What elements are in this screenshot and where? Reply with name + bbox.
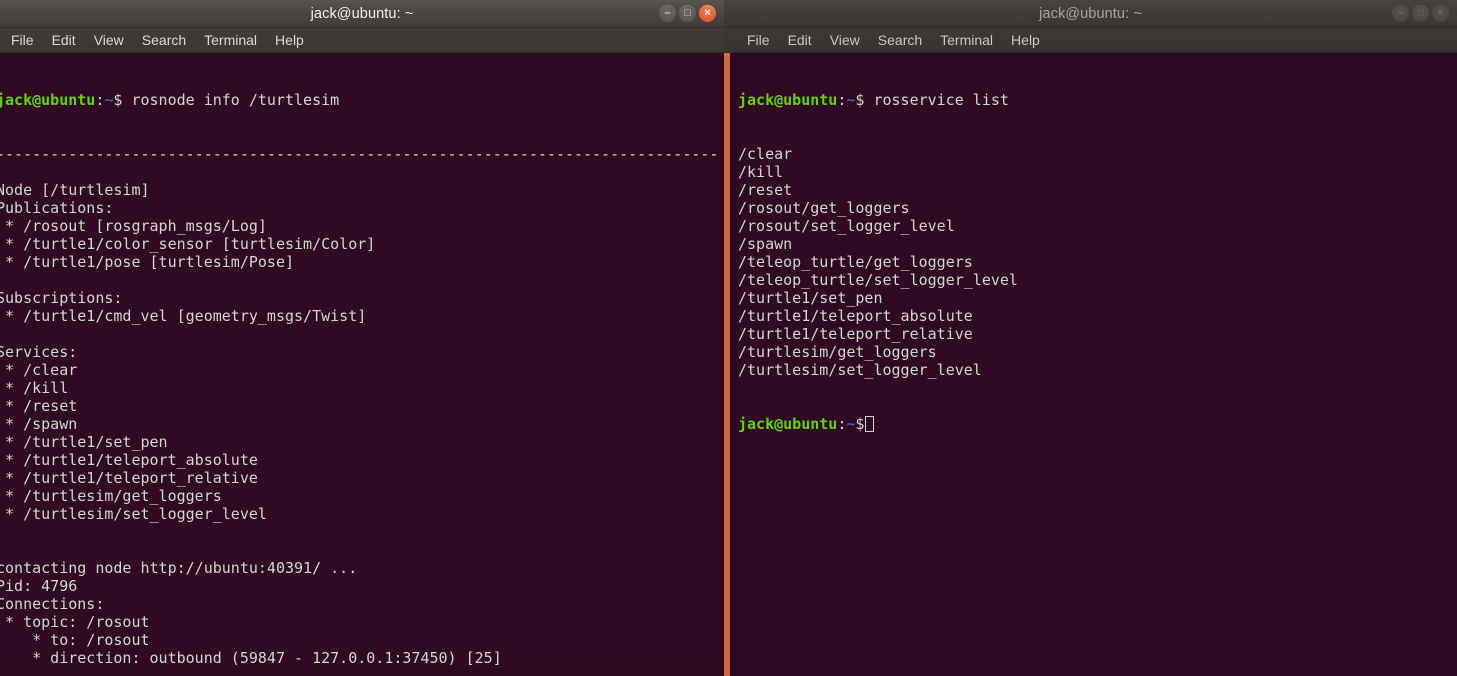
- terminal-line: * transport: TCPROS: [0, 667, 718, 668]
- terminal-line: /rosout/set_logger_level: [738, 217, 955, 235]
- terminal-line: /teleop_turtle/set_logger_level: [738, 271, 1018, 289]
- trailing-prompt-dollar: $: [855, 415, 865, 433]
- terminal-line: * /turtle1/teleport_relative: [0, 469, 258, 487]
- minimize-icon-right: –: [1397, 7, 1404, 19]
- terminal-line: * /clear: [0, 361, 78, 379]
- terminal-line: * /spawn: [0, 415, 78, 433]
- maximize-button[interactable]: □: [679, 5, 696, 22]
- terminal-output-lines-right: /clear/kill/reset/rosout/get_loggers/ros…: [738, 145, 1018, 379]
- terminal-output-lines-left: ----------------------------------------…: [0, 145, 718, 668]
- terminal-line: /rosout/get_loggers: [738, 199, 910, 217]
- terminal-line: /spawn: [738, 235, 793, 253]
- terminal-output-right[interactable]: jack@ubuntu:~$ rosservice list /clear/ki…: [724, 53, 1457, 676]
- terminal-line: Pid: 4796: [0, 577, 78, 595]
- terminal-command-right: rosservice list: [864, 91, 1009, 109]
- menubar-left[interactable]: File Edit View Search Terminal Help: [0, 28, 724, 53]
- terminal-line: * to: /rosout: [0, 631, 150, 649]
- terminal-line: * /reset: [0, 397, 78, 415]
- close-icon: ×: [704, 7, 711, 19]
- terminal-prompt-line-right: jack@ubuntu:~$ rosservice list: [738, 91, 1018, 109]
- terminal-text-left: jack@ubuntu:~$ rosnode info /turtlesim -…: [0, 55, 718, 668]
- terminal-prompt-line-left: jack@ubuntu:~$ rosnode info /turtlesim: [0, 91, 718, 109]
- menu-item-view-right[interactable]: View: [821, 28, 869, 52]
- titlebar-left[interactable]: jack@ubuntu: ~ – □ ×: [0, 0, 724, 28]
- window-controls-right[interactable]: – □ ×: [1392, 0, 1449, 27]
- terminal-line: /kill: [738, 163, 784, 181]
- desktop-background: https://blog.csdn.net/qq_45488242 jack@u…: [0, 0, 1457, 676]
- terminal-output-left[interactable]: jack@ubuntu:~$ rosnode info /turtlesim -…: [0, 53, 724, 668]
- prompt-user-left: jack@ubuntu: [0, 91, 96, 109]
- terminal-line: * direction: outbound (59847 - 127.0.0.1…: [0, 649, 502, 667]
- minimize-button[interactable]: –: [659, 5, 676, 22]
- menu-item-file-right[interactable]: File: [738, 28, 779, 52]
- terminal-line: ----------------------------------------…: [0, 145, 719, 163]
- menu-item-view[interactable]: View: [85, 28, 133, 52]
- terminal-window-left[interactable]: jack@ubuntu: ~ – □ × File Edit View Sear…: [0, 0, 724, 668]
- terminal-line: /turtle1/set_pen: [738, 289, 883, 307]
- menu-item-help-right[interactable]: Help: [1002, 28, 1049, 52]
- terminal-line: Connections:: [0, 595, 105, 613]
- terminal-line: Subscriptions:: [0, 289, 132, 307]
- minimize-icon: –: [664, 7, 671, 19]
- terminal-line: /turtlesim/get_loggers: [738, 343, 937, 361]
- text-cursor: [865, 416, 875, 432]
- terminal-line: * /turtlesim/set_logger_level: [0, 505, 267, 523]
- terminal-line: * /turtle1/color_sensor [turtlesim/Color…: [0, 235, 376, 253]
- terminal-line: * /turtle1/teleport_absolute: [0, 451, 258, 469]
- maximize-icon: □: [684, 7, 691, 19]
- menu-item-search[interactable]: Search: [133, 28, 195, 52]
- trailing-prompt-user: jack@ubuntu: [738, 415, 838, 433]
- terminal-line: /teleop_turtle/get_loggers: [738, 253, 973, 271]
- terminal-line: * /turtle1/cmd_vel [geometry_msgs/Twist]: [0, 307, 367, 325]
- terminal-line: * /turtle1/pose [turtlesim/Pose]: [0, 253, 295, 271]
- menu-item-edit[interactable]: Edit: [43, 28, 85, 52]
- terminal-window-right[interactable]: jack@ubuntu: ~ – □ × File Edit View Sear…: [724, 0, 1457, 676]
- menu-item-help[interactable]: Help: [266, 28, 313, 52]
- menu-item-edit-right[interactable]: Edit: [779, 28, 821, 52]
- terminal-line: /reset: [738, 181, 793, 199]
- terminal-line: /turtlesim/set_logger_level: [738, 361, 982, 379]
- close-button[interactable]: ×: [699, 5, 716, 22]
- prompt-user-right: jack@ubuntu: [738, 91, 838, 109]
- terminal-line: * /kill: [0, 379, 69, 397]
- close-button-right[interactable]: ×: [1432, 5, 1449, 22]
- terminal-line: Node [/turtlesim]: [0, 181, 150, 199]
- terminal-command-left: rosnode info /turtlesim: [122, 91, 340, 109]
- terminal-text-right: jack@ubuntu:~$ rosservice list /clear/ki…: [738, 55, 1018, 469]
- terminal-line: Publications:: [0, 199, 123, 217]
- terminal-line: /turtle1/teleport_relative: [738, 325, 973, 343]
- terminal-line: /turtle1/teleport_absolute: [738, 307, 973, 325]
- terminal-line: * /rosout [rosgraph_msgs/Log]: [0, 217, 267, 235]
- maximize-icon-right: □: [1417, 7, 1424, 19]
- menu-item-search-right[interactable]: Search: [869, 28, 931, 52]
- window-title-right: jack@ubuntu: ~: [1039, 5, 1142, 22]
- terminal-line: /clear: [738, 145, 793, 163]
- terminal-line: contacting node http://ubuntu:40391/ ...: [0, 559, 358, 577]
- close-icon-right: ×: [1437, 7, 1444, 19]
- window-controls-left[interactable]: – □ ×: [659, 0, 716, 27]
- menu-item-terminal-right[interactable]: Terminal: [931, 28, 1002, 52]
- minimize-button-right[interactable]: –: [1392, 5, 1409, 22]
- terminal-line: * topic: /rosout: [0, 613, 150, 631]
- terminal-line: * /turtlesim/get_loggers: [0, 487, 222, 505]
- maximize-button-right[interactable]: □: [1412, 5, 1429, 22]
- terminal-line: * /turtle1/set_pen: [0, 433, 168, 451]
- menu-item-file[interactable]: File: [2, 28, 43, 52]
- window-title-left: jack@ubuntu: ~: [310, 5, 414, 22]
- terminal-line: Services:: [0, 343, 87, 361]
- menubar-right[interactable]: File Edit View Search Terminal Help: [724, 28, 1457, 53]
- terminal-trailing-prompt-right: jack@ubuntu:~$: [738, 415, 1018, 433]
- menu-item-terminal[interactable]: Terminal: [195, 28, 266, 52]
- titlebar-right[interactable]: jack@ubuntu: ~ – □ ×: [724, 0, 1457, 28]
